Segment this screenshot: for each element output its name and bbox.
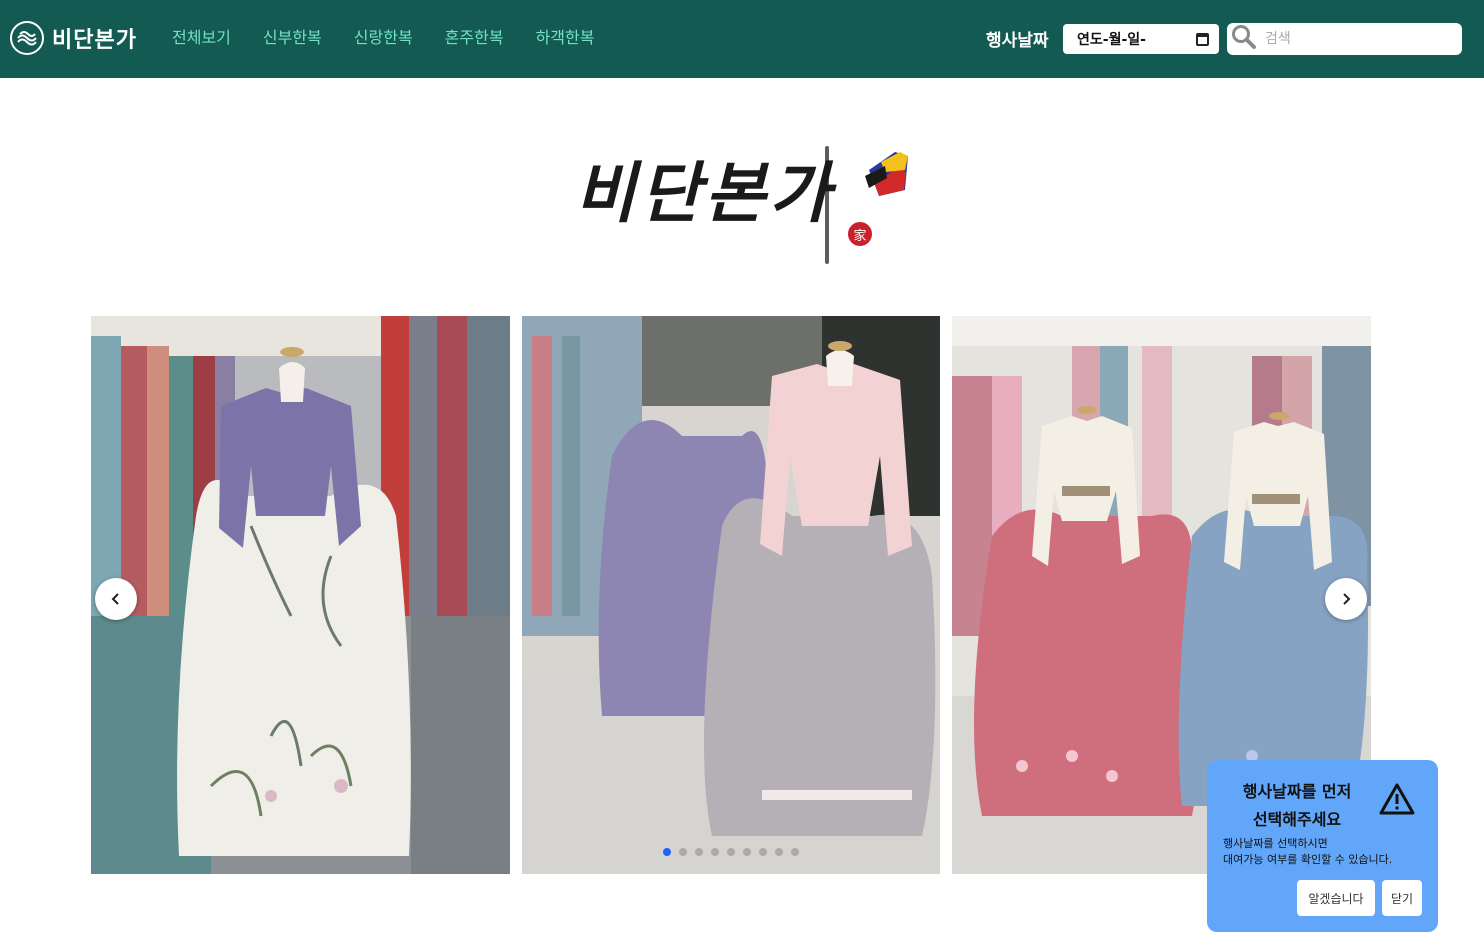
hero-logo-flag-icon bbox=[825, 146, 908, 264]
carousel-dot[interactable] bbox=[743, 848, 751, 856]
nav-link-parents[interactable]: 혼주한복 bbox=[445, 24, 504, 48]
brand-name: 비단본가 bbox=[52, 27, 137, 53]
toast-title-line2: 선택해주세요 bbox=[1252, 810, 1342, 829]
carousel-dot[interactable] bbox=[711, 848, 719, 856]
top-navbar: 비단본가 전체보기 신부한복 신랑한복 혼주한복 하객한복 행사날짜 연도-월-… bbox=[0, 0, 1484, 78]
carousel-dot[interactable] bbox=[791, 848, 799, 856]
search-icon[interactable] bbox=[1231, 24, 1257, 54]
toast-close-button[interactable]: 닫기 bbox=[1382, 880, 1422, 916]
toast-body-line2: 대여가능 여부를 확인할 수 있습니다. bbox=[1223, 853, 1393, 866]
nav-link-guest[interactable]: 하객한복 bbox=[536, 24, 595, 48]
carousel-slide-pink-hanbok[interactable] bbox=[522, 316, 940, 874]
event-date-label: 행사날짜 bbox=[986, 31, 1049, 51]
carousel-dot[interactable] bbox=[679, 848, 687, 856]
toast-title-line1: 행사날짜를 먼저 bbox=[1242, 782, 1352, 801]
nav-link-groom[interactable]: 신랑한복 bbox=[354, 24, 413, 48]
hero-logo: 비단본가 家 bbox=[565, 130, 915, 270]
date-input-text: 연도-월-일- bbox=[1077, 32, 1146, 48]
carousel-pagination bbox=[663, 848, 799, 856]
carousel-dot[interactable] bbox=[695, 848, 703, 856]
chevron-right-icon bbox=[1343, 593, 1351, 605]
chevron-left-icon bbox=[111, 593, 119, 605]
carousel-next-button[interactable] bbox=[1325, 578, 1367, 620]
nav-link-bride[interactable]: 신부한복 bbox=[263, 24, 322, 48]
brand-emblem-icon bbox=[10, 21, 44, 55]
main-nav: 전체보기 신부한복 신랑한복 혼주한복 하객한복 bbox=[172, 24, 594, 48]
carousel-dot[interactable] bbox=[663, 848, 671, 856]
carousel-dot[interactable] bbox=[759, 848, 767, 856]
event-date-input[interactable]: 연도-월-일- bbox=[1063, 24, 1219, 54]
hanbok-carousel bbox=[91, 316, 1371, 874]
toast-body: 행사날짜를 선택하시면 대여가능 여부를 확인할 수 있습니다. bbox=[1223, 836, 1392, 868]
calendar-icon[interactable] bbox=[1196, 32, 1209, 46]
toast-confirm-button[interactable]: 알겠습니다 bbox=[1297, 880, 1375, 916]
hero-seal: 家 bbox=[848, 222, 872, 246]
carousel-prev-button[interactable] bbox=[95, 578, 137, 620]
warning-icon bbox=[1379, 782, 1415, 820]
toast-body-line1: 행사날짜를 선택하시면 bbox=[1223, 837, 1328, 850]
brand-logo[interactable]: 비단본가 bbox=[10, 20, 137, 56]
search-input[interactable] bbox=[1263, 30, 1457, 48]
search-box bbox=[1227, 23, 1462, 55]
carousel-dot[interactable] bbox=[775, 848, 783, 856]
select-date-toast: 행사날짜를 먼저 선택해주세요 행사날짜를 선택하시면 대여가능 여부를 확인할… bbox=[1207, 760, 1438, 932]
carousel-dot[interactable] bbox=[727, 848, 735, 856]
toast-title: 행사날짜를 먼저 선택해주세요 bbox=[1227, 778, 1367, 834]
nav-link-all[interactable]: 전체보기 bbox=[172, 24, 231, 48]
carousel-slide-lavender-hanbok[interactable] bbox=[91, 316, 510, 874]
